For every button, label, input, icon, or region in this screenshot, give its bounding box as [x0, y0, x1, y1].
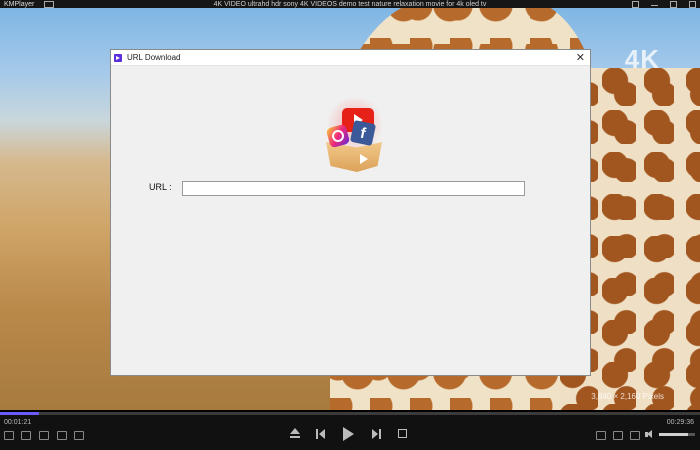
- url-label: URL :: [149, 182, 172, 192]
- 3d-icon[interactable]: [57, 431, 67, 440]
- volume-slider[interactable]: [659, 433, 695, 436]
- dialog-title: URL Download: [127, 53, 181, 62]
- next-icon[interactable]: [372, 429, 381, 439]
- resolution-watermark: 3,840 × 2,160 Pixels: [591, 392, 664, 401]
- pin-icon[interactable]: [632, 1, 639, 8]
- speed-icon[interactable]: [630, 431, 640, 440]
- volume-icon[interactable]: [645, 430, 655, 439]
- total-time: 00:29:36: [666, 419, 694, 426]
- subtitle-toggle-icon[interactable]: [596, 431, 606, 440]
- dialog-header: URL Download ✕: [111, 50, 590, 66]
- eject-icon[interactable]: [290, 428, 300, 439]
- volume-level: [659, 433, 688, 436]
- close-button[interactable]: ✕: [576, 51, 585, 65]
- download-illustration: f: [316, 98, 396, 174]
- facebook-icon: f: [349, 119, 377, 147]
- screen-icon[interactable]: [74, 431, 84, 440]
- audio-track-icon[interactable]: [613, 431, 623, 440]
- capture-icon[interactable]: [39, 431, 49, 440]
- box-play-icon: [360, 154, 368, 164]
- window-controls: [632, 0, 696, 8]
- minimize-icon[interactable]: [651, 1, 658, 6]
- url-download-dialog: URL Download ✕ f URL :: [110, 49, 591, 376]
- subtitle-icon[interactable]: [21, 431, 31, 440]
- playlist-icon[interactable]: [4, 431, 14, 440]
- close-window-icon[interactable]: [689, 1, 696, 8]
- control-bar: 00:01:21 00:29:36: [0, 415, 700, 450]
- 4k-badge: 4K: [624, 44, 660, 74]
- play-icon[interactable]: [343, 427, 354, 441]
- kmplayer-app-icon: [114, 53, 122, 62]
- previous-icon[interactable]: [316, 429, 325, 439]
- stop-icon[interactable]: [398, 429, 407, 438]
- url-input[interactable]: [182, 181, 525, 196]
- current-time: 00:01:21: [4, 419, 32, 426]
- maximize-icon[interactable]: [670, 1, 677, 8]
